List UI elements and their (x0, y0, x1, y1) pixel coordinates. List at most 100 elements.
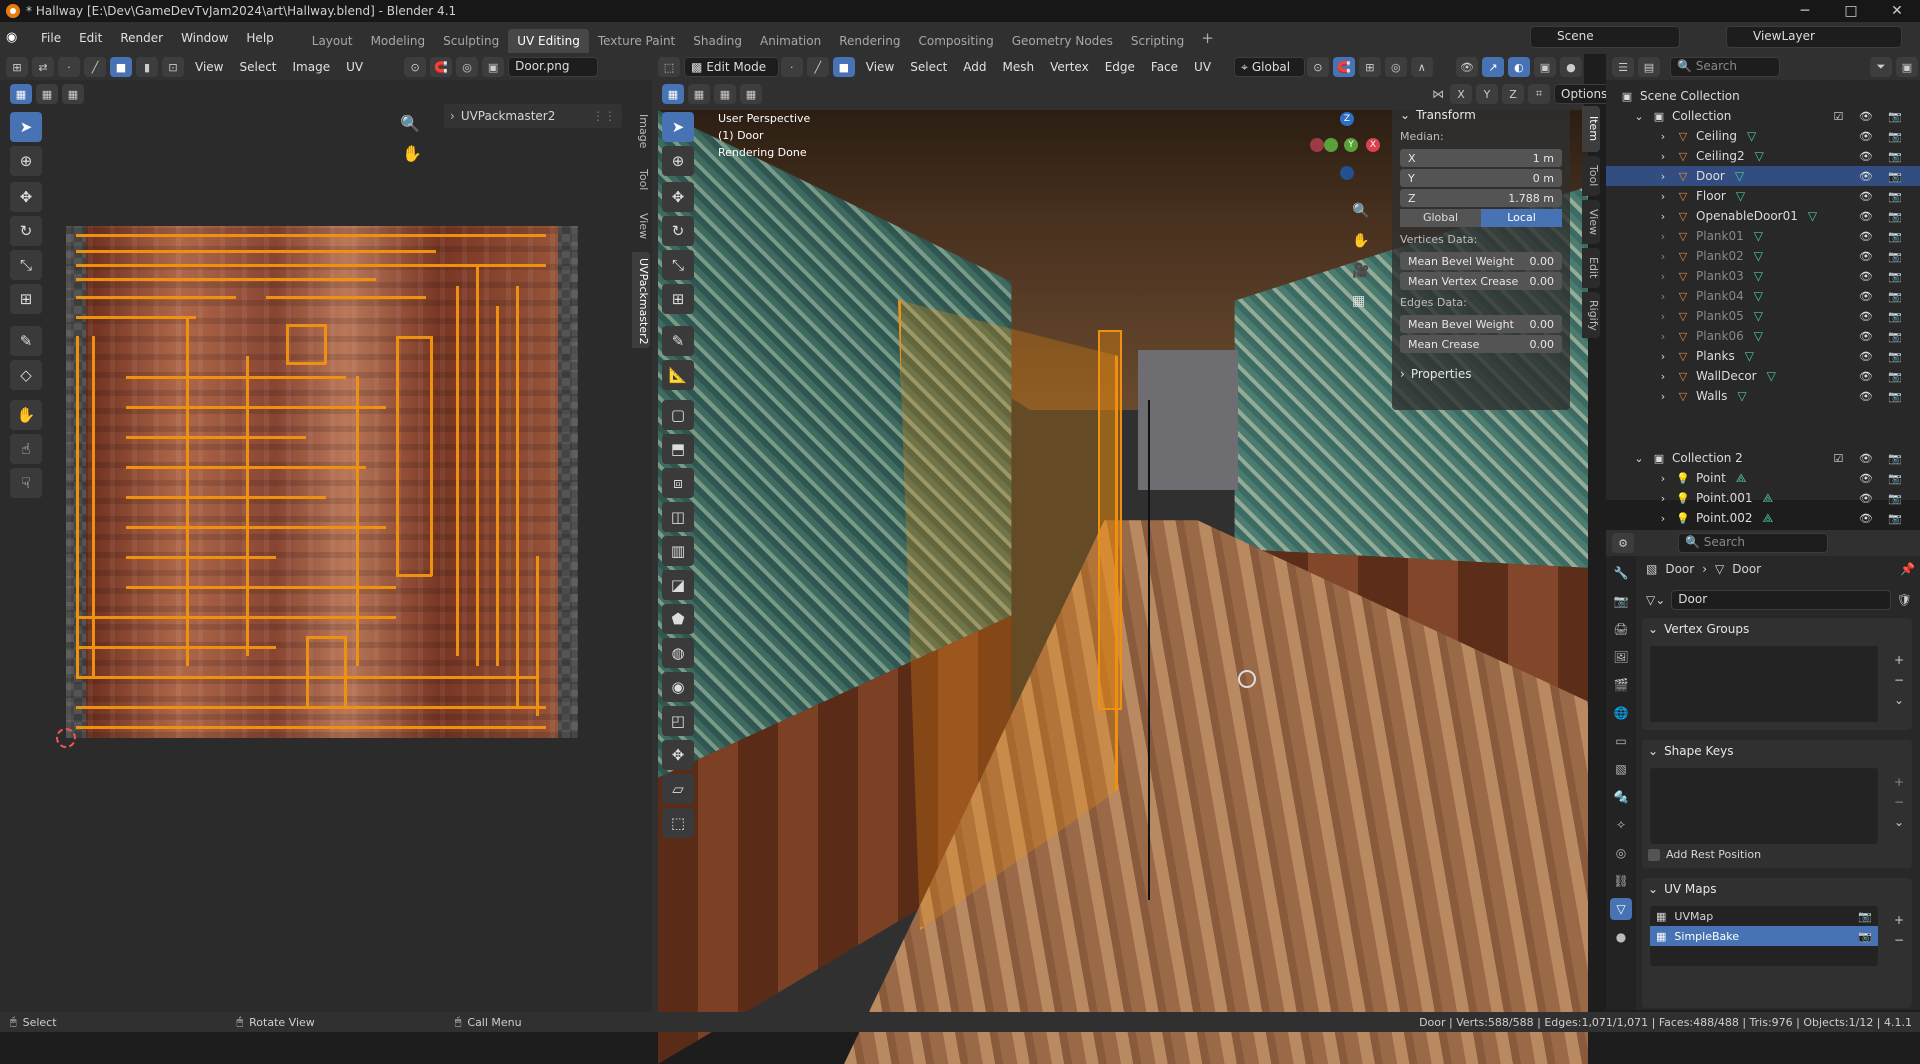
median-z-field[interactable]: Z 1.788 m (1400, 189, 1562, 207)
xray-icon[interactable]: ▣ (1533, 57, 1556, 77)
inset-tool-icon[interactable]: ⧈ (662, 468, 694, 498)
knife-tool-icon[interactable]: ◪ (662, 570, 694, 600)
vertex-groups-header[interactable]: ⌄ Vertex Groups (1642, 618, 1912, 640)
uv-tab-uvpackmaster[interactable]: UVPackmaster2 (632, 252, 650, 348)
vp-select-tool-icon[interactable]: ➤ (662, 112, 694, 142)
pivot-icon[interactable]: ⊙ (404, 57, 427, 77)
view-layer-tab-icon[interactable]: 🖼 (1610, 646, 1632, 668)
shear-tool-icon[interactable]: ▱ (662, 774, 694, 804)
grab-tool-icon[interactable]: ✋ (10, 400, 42, 430)
vp-rotate-tool-icon[interactable]: ↻ (662, 216, 694, 246)
vertex-select-icon[interactable]: · (58, 57, 80, 77)
tab-animation[interactable]: Animation (751, 29, 830, 53)
chevron-right-icon[interactable]: › (1656, 249, 1670, 263)
tab-uv-editing[interactable]: UV Editing (508, 29, 589, 53)
poly-build-tool-icon[interactable]: ⬟ (662, 604, 694, 634)
editor-type-icon[interactable]: ⊞ (6, 57, 28, 77)
remove-icon[interactable]: − (1894, 670, 1904, 690)
uv-tab-image[interactable]: Image (632, 106, 650, 156)
scene-collection-row[interactable]: ▣ Scene Collection (1606, 86, 1920, 106)
breadcrumb-object[interactable]: Door (1665, 562, 1694, 576)
spin-tool-icon[interactable]: ◍ (662, 638, 694, 668)
add-workspace-button[interactable]: + (1193, 29, 1222, 47)
outliner-item-walls[interactable]: › ▽ Walls ▽ 👁 📷 (1606, 386, 1920, 406)
chevron-down-icon[interactable]: ⌄ (1894, 812, 1904, 832)
select-subtract-icon[interactable]: ▦ (62, 84, 84, 104)
visibility-icons[interactable]: 👁 📷 (1859, 370, 1908, 383)
shape-keys-header[interactable]: ⌄ Shape Keys (1642, 740, 1912, 762)
chevron-right-icon[interactable]: › (1656, 329, 1670, 343)
display-mode-icon[interactable]: ▤ (1638, 57, 1660, 77)
visibility-icons[interactable]: 👁 📷 (1859, 390, 1908, 403)
shape-keys-list[interactable] (1650, 768, 1878, 844)
visibility-icons[interactable]: 👁 📷 (1859, 170, 1908, 183)
outliner-light-2[interactable]: › 💡 Point.002 ⟁ 👁 📷 (1606, 508, 1920, 528)
tab-sculpting[interactable]: Sculpting (434, 29, 508, 53)
menu-file[interactable]: File (32, 31, 70, 45)
gizmo-z[interactable]: Z (1340, 112, 1354, 126)
chevron-right-icon[interactable]: › (1656, 511, 1670, 525)
render-tab-icon[interactable]: 📷 (1610, 590, 1632, 612)
tab-modeling[interactable]: Modeling (362, 29, 435, 53)
transform-tool-icon[interactable]: ⊞ (10, 284, 42, 314)
collection-2-row[interactable]: ⌄ ▣ Collection 2 ☑ 👁 📷 (1606, 448, 1920, 468)
visibility-icons[interactable]: 👁 📷 (1859, 310, 1908, 323)
visibility-icons[interactable]: 👁 📷 (1859, 150, 1908, 163)
image-browse-icon[interactable]: ▣ (482, 57, 505, 77)
vp-menu-uv[interactable]: UV (1187, 60, 1218, 74)
modifier-tab-icon[interactable]: 🔩 (1610, 786, 1632, 808)
vp-transform-tool-icon[interactable]: ⊞ (662, 284, 694, 314)
vp-tab-edit[interactable]: Edit (1582, 248, 1600, 288)
uv-sync-icon[interactable]: ⇄ (32, 57, 54, 77)
uv-map-item[interactable]: ▦ UVMap 📷 (1650, 906, 1878, 926)
gizmo-neg-x[interactable] (1310, 138, 1324, 152)
menu-edit[interactable]: Edit (70, 31, 111, 45)
mesh-browse-icon[interactable]: ▽⌄ (1646, 593, 1665, 607)
tab-shading[interactable]: Shading (684, 29, 751, 53)
gizmo-neg-y[interactable] (1324, 138, 1338, 152)
visibility-icons[interactable]: ☑ 👁 📷 (1833, 452, 1908, 465)
snap-icon[interactable]: 🧲 (1332, 57, 1355, 77)
mesh-data-tab-icon[interactable]: ▽ (1610, 898, 1632, 920)
chevron-right-icon[interactable]: › (1656, 149, 1670, 163)
add-icon[interactable]: + (1894, 772, 1904, 792)
world-tab-icon[interactable]: 🌐 (1610, 702, 1632, 724)
vp-menu-face[interactable]: Face (1144, 60, 1185, 74)
chevron-right-icon[interactable]: › (1656, 269, 1670, 283)
uv-map-item-active[interactable]: ▦ SimpleBake 📷 (1650, 926, 1878, 946)
zoom-icon[interactable]: 🔍 (1352, 196, 1369, 226)
pan-hand-icon[interactable]: ✋ (402, 144, 422, 163)
tab-compositing[interactable]: Compositing (909, 29, 1002, 53)
remove-icon[interactable]: − (1894, 792, 1904, 812)
particles-tab-icon[interactable]: ✧ (1610, 814, 1632, 836)
outliner-item-planks[interactable]: › ▽ Planks ▽ 👁 📷 (1606, 346, 1920, 366)
median-y-field[interactable]: Y 0 m (1400, 169, 1562, 187)
camera-icon[interactable]: 📷 (1858, 930, 1872, 943)
vertex-groups-list[interactable] (1650, 646, 1878, 722)
uv-menu-select[interactable]: Select (232, 60, 283, 74)
camera-view-icon[interactable]: 🎥 (1352, 256, 1369, 286)
close-button[interactable]: ✕ (1874, 3, 1920, 19)
loop-cut-tool-icon[interactable]: ▥ (662, 536, 694, 566)
material-tab-icon[interactable]: ● (1610, 926, 1632, 948)
blender-menu-icon[interactable]: ◉ (6, 30, 26, 46)
outliner-item-ceiling[interactable]: › ▽ Ceiling ▽ 👁 📷 (1606, 126, 1920, 146)
constraints-tab-icon[interactable]: ⛓ (1610, 870, 1632, 892)
median-x-field[interactable]: X 1 m (1400, 149, 1562, 167)
properties-header[interactable]: › Properties (1392, 363, 1570, 385)
visibility-icons[interactable]: 👁 📷 (1859, 512, 1908, 525)
chevron-right-icon[interactable]: › (1656, 369, 1670, 383)
select-extend-icon[interactable]: ▦ (36, 84, 58, 104)
drag-handle-icon[interactable]: ⋮⋮ (592, 109, 616, 123)
gizmo-y[interactable]: Y (1344, 138, 1358, 152)
minimize-button[interactable]: ─ (1782, 3, 1828, 19)
image-name-field[interactable]: Door.png (508, 57, 599, 77)
falloff-icon[interactable]: ∧ (1410, 57, 1433, 77)
overlays-icon[interactable]: ◐ (1507, 57, 1530, 77)
chevron-down-icon[interactable]: ⌄ (1894, 690, 1904, 710)
menu-help[interactable]: Help (237, 31, 282, 45)
pan-hand-icon[interactable]: ✋ (1352, 226, 1369, 256)
vp-tab-view[interactable]: View (1582, 200, 1600, 244)
menu-window[interactable]: Window (172, 31, 237, 45)
vp-menu-select[interactable]: Select (903, 60, 954, 74)
